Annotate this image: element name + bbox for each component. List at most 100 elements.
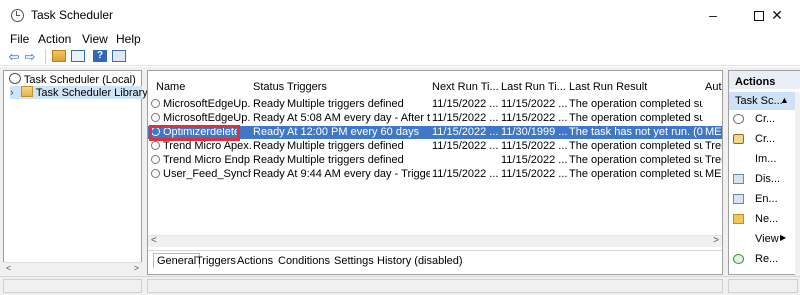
toolbar: ⇦ ⇨ ? xyxy=(0,48,800,66)
task-clock-icon xyxy=(151,99,160,108)
back-button[interactable]: ⇦ xyxy=(7,49,21,64)
expand-chevron-icon[interactable]: › xyxy=(10,87,18,99)
action-item-view[interactable]: View ▶ xyxy=(729,232,800,248)
task-next-run: 11/15/2022 ... xyxy=(432,112,499,124)
menu-view[interactable]: View xyxy=(82,32,108,46)
task-last-run: 11/15/2022 ... xyxy=(501,154,567,166)
task-name: MicrosoftEdgeUp... xyxy=(151,112,251,124)
column-header-status[interactable]: Status xyxy=(253,81,284,93)
action-item[interactable]: En... xyxy=(729,192,800,208)
help-icon: ? xyxy=(93,50,107,62)
task-list-pane: Name Status Triggers Next Run Ti... Last… xyxy=(147,70,723,275)
forward-button[interactable]: ⇨ xyxy=(23,49,37,64)
scroll-right-icon[interactable]: > xyxy=(713,235,719,246)
tab-actions[interactable]: Actions xyxy=(237,255,273,267)
action-label: En... xyxy=(755,193,778,205)
tree-item-task-scheduler-library[interactable]: › Task Scheduler Library xyxy=(10,86,148,99)
column-header-last-run-result[interactable]: Last Run Result xyxy=(569,81,647,93)
task-last-run: 11/15/2022 ... xyxy=(501,168,567,180)
action-label: Cr... xyxy=(755,113,776,125)
tree-item-label: Task Scheduler Library xyxy=(35,87,148,99)
task-last-run: 11/15/2022 ... xyxy=(501,98,567,110)
tab-history[interactable]: History (disabled) xyxy=(377,255,463,267)
new-folder-icon xyxy=(733,214,744,224)
tab-settings[interactable]: Settings xyxy=(334,255,374,267)
actions-vertical-scrollbar[interactable] xyxy=(795,92,800,276)
clock-icon xyxy=(9,73,21,84)
menu-action[interactable]: Action xyxy=(38,32,71,46)
action-item[interactable]: Re... xyxy=(729,252,800,268)
scroll-left-icon[interactable]: < xyxy=(6,263,11,273)
status-cell xyxy=(147,279,723,293)
column-header-last-run-time[interactable]: Last Run Ti... xyxy=(501,81,566,93)
submenu-arrow-icon: ▶ xyxy=(780,233,787,242)
task-next-run: 11/15/2022 ... xyxy=(432,168,499,180)
action-label: View xyxy=(755,233,779,245)
task-last-result: The operation completed su... xyxy=(569,140,703,152)
tab-triggers[interactable]: Triggers xyxy=(196,255,236,267)
column-header-next-run-time[interactable]: Next Run Ti... xyxy=(432,81,499,93)
status-bar xyxy=(0,276,800,295)
task-clock-icon xyxy=(151,113,160,122)
console-tree: Task Scheduler (Local) › Task Scheduler … xyxy=(3,70,148,275)
action-item[interactable]: Ne... xyxy=(729,212,800,228)
tab-conditions[interactable]: Conditions xyxy=(278,255,330,267)
task-row[interactable]: MicrosoftEdgeUp... Ready Multiple trigge… xyxy=(148,98,722,111)
action-pane-icon xyxy=(112,50,126,62)
minimize-button[interactable]: – xyxy=(690,0,736,30)
action-label: Cr... xyxy=(755,133,776,145)
enable-history-icon xyxy=(733,194,744,204)
action-label: Im... xyxy=(755,153,777,165)
actions-section-task-scheduler[interactable]: Task Sc... ▲ xyxy=(729,92,800,110)
task-list-horizontal-scrollbar[interactable]: < > xyxy=(148,235,722,247)
task-next-run: 11/15/2022 ... xyxy=(432,98,499,110)
task-row[interactable]: Trend Micro Endp... Ready Multiple trigg… xyxy=(148,154,722,167)
menu-help[interactable]: Help xyxy=(116,32,141,46)
task-last-result: The operation completed su... xyxy=(569,98,703,110)
status-cell xyxy=(3,279,142,293)
column-header-triggers[interactable]: Triggers xyxy=(287,81,327,93)
close-button[interactable]: ✕ xyxy=(754,0,800,30)
show-hide-action-pane-button[interactable] xyxy=(111,49,127,64)
task-author: Tren xyxy=(705,154,722,166)
task-list-header: Name Status Triggers Next Run Ti... Last… xyxy=(148,79,722,95)
task-clock-icon xyxy=(151,155,160,164)
toolbar-separator xyxy=(45,49,46,64)
task-last-result: The operation completed su... xyxy=(569,168,703,180)
action-item[interactable]: Dis... xyxy=(729,172,800,188)
task-triggers: At 5:08 AM every day - After tr... xyxy=(287,112,430,124)
task-status: Ready xyxy=(253,98,285,110)
menu-file[interactable]: File xyxy=(10,32,29,46)
display-all-running-tasks-icon xyxy=(733,174,744,184)
action-item[interactable]: Cr... xyxy=(729,132,800,148)
task-row[interactable]: MicrosoftEdgeUp... Ready At 5:08 AM ever… xyxy=(148,112,722,125)
red-highlight-box xyxy=(149,125,240,141)
title-bar: Task Scheduler – ✕ xyxy=(0,0,800,30)
task-scheduler-clock-icon xyxy=(11,9,24,22)
task-last-result: The task has not yet run. (0x... xyxy=(569,126,703,138)
task-row[interactable]: User_Feed_Synchr... Ready At 9:44 AM eve… xyxy=(148,168,722,181)
scroll-right-icon[interactable]: > xyxy=(134,263,139,273)
task-last-result: The operation completed su... xyxy=(569,154,703,166)
task-author: MEI xyxy=(705,168,722,180)
collapse-arrow-icon[interactable]: ▲ xyxy=(780,95,789,105)
tab-general[interactable]: General xyxy=(153,253,201,268)
status-cell xyxy=(728,279,798,293)
action-label: Dis... xyxy=(755,173,781,185)
show-hide-console-tree-button[interactable] xyxy=(70,49,86,64)
scroll-left-icon[interactable]: < xyxy=(151,235,157,246)
actions-section-label: Task Sc... xyxy=(735,95,783,107)
tree-item-task-scheduler-local[interactable]: Task Scheduler (Local) xyxy=(9,73,136,86)
action-item[interactable]: Cr... xyxy=(729,112,800,128)
task-row[interactable]: Trend Micro Apex... Ready Multiple trigg… xyxy=(148,140,722,153)
action-item[interactable]: Im... xyxy=(729,152,800,168)
task-triggers: At 9:44 AM every day - Trigger... xyxy=(287,168,430,180)
column-header-author[interactable]: Aut xyxy=(705,81,722,93)
help-button[interactable]: ? xyxy=(92,49,108,64)
column-header-name[interactable]: Name xyxy=(156,81,185,93)
task-triggers: Multiple triggers defined xyxy=(287,154,404,166)
task-name: Trend Micro Apex... xyxy=(151,140,251,152)
tree-horizontal-scrollbar[interactable]: < > xyxy=(3,262,142,275)
task-name: Trend Micro Endp... xyxy=(151,154,251,166)
up-folder-button[interactable] xyxy=(51,49,67,64)
